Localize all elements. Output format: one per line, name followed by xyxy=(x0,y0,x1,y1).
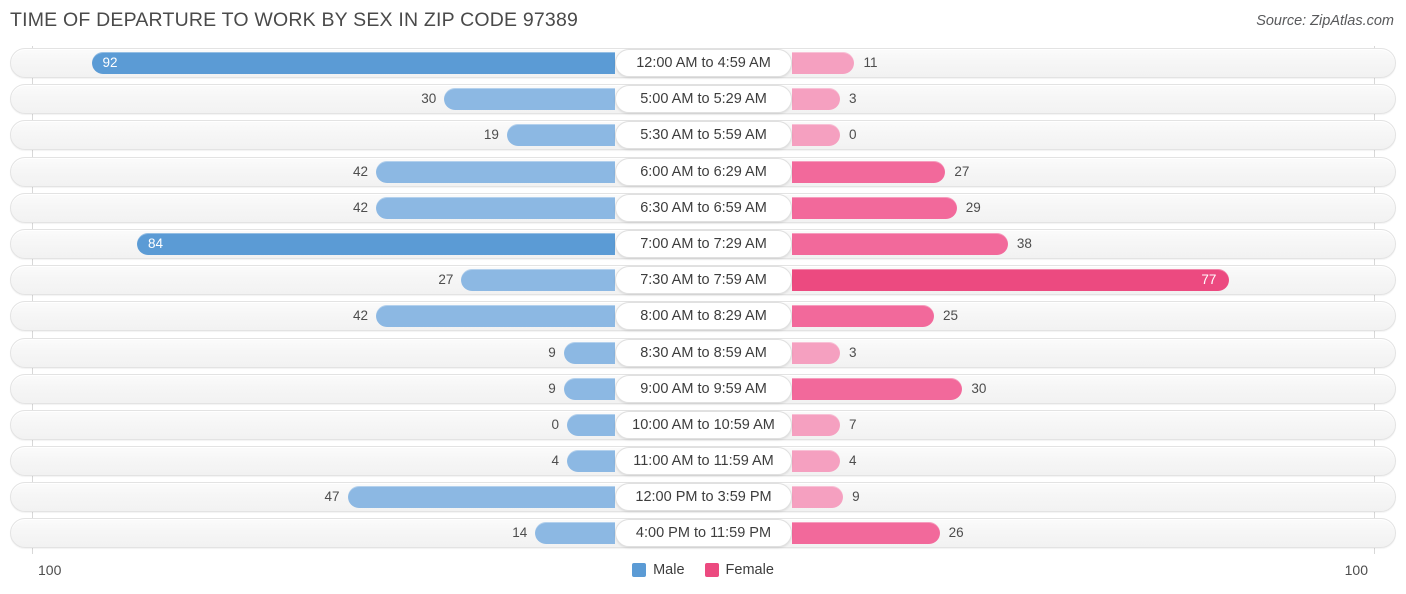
male-value-label: 0 xyxy=(551,416,559,432)
legend-label: Female xyxy=(725,562,774,578)
female-value-label: 25 xyxy=(943,308,959,324)
male-value-label: 27 xyxy=(438,272,454,288)
male-bar[interactable] xyxy=(376,305,615,328)
female-bar[interactable] xyxy=(792,269,1230,292)
legend-swatch-icon xyxy=(704,563,719,577)
female-value-label: 4 xyxy=(849,453,857,469)
male-value-label: 19 xyxy=(483,127,499,143)
male-bar[interactable] xyxy=(376,196,615,219)
male-value-label: 42 xyxy=(352,199,369,215)
category-label: 8:30 AM to 8:59 AM xyxy=(615,338,792,367)
category-label: 7:00 AM to 7:29 AM xyxy=(615,229,792,258)
bar-row: 14 26 4:00 PM to 11:59 PM xyxy=(0,516,1406,552)
male-bar[interactable] xyxy=(563,377,615,400)
male-value-label: 4 xyxy=(551,453,559,469)
female-bar[interactable] xyxy=(792,196,957,219)
male-bar[interactable] xyxy=(91,52,615,74)
female-bar[interactable] xyxy=(792,232,1008,255)
legend-item[interactable]: Male xyxy=(632,562,685,578)
male-value-label: 14 xyxy=(512,525,528,541)
male-value-label: 42 xyxy=(352,163,369,179)
bar-row: 0 7 10:00 AM to 10:59 AM xyxy=(0,408,1406,444)
category-label: 12:00 AM to 4:59 AM xyxy=(615,49,792,77)
female-bar[interactable] xyxy=(792,377,963,400)
male-value-label: 84 xyxy=(148,235,164,251)
female-value-label: 3 xyxy=(849,344,857,360)
legend-item[interactable]: Female xyxy=(704,562,774,578)
bar-row: 4 4 11:00 AM to 11:59 AM xyxy=(0,444,1406,480)
bar-row: 42 27 6:00 AM to 6:29 AM xyxy=(0,155,1406,191)
legend-swatch-icon xyxy=(632,563,647,577)
female-bar[interactable] xyxy=(792,522,940,545)
legend-label: Male xyxy=(653,562,685,578)
female-value-label: 38 xyxy=(1016,235,1032,251)
male-value-label: 9 xyxy=(548,344,556,360)
male-value-label: 42 xyxy=(352,308,369,324)
category-label: 12:00 PM to 3:59 PM xyxy=(615,483,792,512)
bar-row: 9 3 8:30 AM to 8:59 AM xyxy=(0,336,1406,372)
male-bar[interactable] xyxy=(567,413,615,436)
female-value-label: 29 xyxy=(965,199,981,215)
female-value-label: 3 xyxy=(849,91,857,107)
chart-legend: Male Female xyxy=(0,562,1406,578)
category-label: 9:00 AM to 9:59 AM xyxy=(615,374,792,403)
category-label: 6:30 AM to 6:59 AM xyxy=(615,193,792,222)
bar-row: 47 9 12:00 PM to 3:59 PM xyxy=(0,480,1406,516)
male-value-label: 30 xyxy=(421,91,437,107)
chart-header: TIME OF DEPARTURE TO WORK BY SEX IN ZIP … xyxy=(0,0,1406,44)
male-bar[interactable] xyxy=(506,124,615,147)
bar-row: 9 30 9:00 AM to 9:59 AM xyxy=(0,372,1406,408)
chart-plot-area: 92 11 12:00 AM to 4:59 AM 30 3 5:00 AM to 5:2… xyxy=(0,46,1406,554)
category-label: 5:30 AM to 5:59 AM xyxy=(615,121,792,150)
male-bar[interactable] xyxy=(137,232,615,255)
female-value-label: 11 xyxy=(863,55,878,70)
page-title: TIME OF DEPARTURE TO WORK BY SEX IN ZIP … xyxy=(10,9,579,31)
category-label: 8:00 AM to 8:29 AM xyxy=(615,302,792,331)
chart-footer: 100 100 Male Female xyxy=(0,554,1406,594)
category-label: 10:00 AM to 10:59 AM xyxy=(615,410,792,439)
male-bar[interactable] xyxy=(376,160,615,183)
female-value-label: 9 xyxy=(852,489,860,505)
female-bar[interactable] xyxy=(792,486,844,509)
category-label: 4:00 PM to 11:59 PM xyxy=(615,519,792,548)
female-value-label: 30 xyxy=(971,380,987,396)
bar-row: 92 11 12:00 AM to 4:59 AM xyxy=(0,46,1406,82)
female-value-label: 27 xyxy=(954,163,970,179)
bar-row: 84 38 7:00 AM to 7:29 AM xyxy=(0,227,1406,263)
bar-rows-container: 92 11 12:00 AM to 4:59 AM 30 3 5:00 AM to 5:2… xyxy=(0,46,1406,553)
bar-row: 27 77 7:30 AM to 7:59 AM xyxy=(0,263,1406,299)
male-bar[interactable] xyxy=(444,88,615,111)
category-label: 11:00 AM to 11:59 AM xyxy=(615,447,792,476)
female-bar[interactable] xyxy=(792,305,934,328)
bar-row: 42 25 8:00 AM to 8:29 AM xyxy=(0,299,1406,335)
male-value-label: 92 xyxy=(102,55,118,70)
female-value-label: 7 xyxy=(849,416,857,432)
male-bar[interactable] xyxy=(347,486,615,509)
female-bar[interactable] xyxy=(792,88,840,111)
male-bar[interactable] xyxy=(563,341,615,364)
female-value-label: 77 xyxy=(1201,272,1217,288)
male-bar[interactable] xyxy=(535,522,615,545)
category-label: 5:00 AM to 5:29 AM xyxy=(615,85,792,114)
category-label: 7:30 AM to 7:59 AM xyxy=(615,266,792,295)
female-bar[interactable] xyxy=(792,52,855,74)
female-bar[interactable] xyxy=(792,413,840,436)
female-bar[interactable] xyxy=(792,341,840,364)
female-bar[interactable] xyxy=(792,160,946,183)
bar-row: 30 3 5:00 AM to 5:29 AM xyxy=(0,82,1406,118)
female-bar[interactable] xyxy=(792,450,840,473)
female-value-label: 26 xyxy=(948,525,964,541)
male-bar[interactable] xyxy=(461,269,615,292)
male-bar[interactable] xyxy=(567,450,615,473)
female-value-label: 0 xyxy=(849,127,857,143)
bar-row: 19 0 5:30 AM to 5:59 AM xyxy=(0,118,1406,154)
female-bar[interactable] xyxy=(792,124,840,147)
category-label: 6:00 AM to 6:29 AM xyxy=(615,157,792,186)
source-attribution: Source: ZipAtlas.com xyxy=(1256,13,1394,29)
male-value-label: 47 xyxy=(324,489,340,505)
bar-row: 42 29 6:30 AM to 6:59 AM xyxy=(0,191,1406,227)
male-value-label: 9 xyxy=(548,380,556,396)
